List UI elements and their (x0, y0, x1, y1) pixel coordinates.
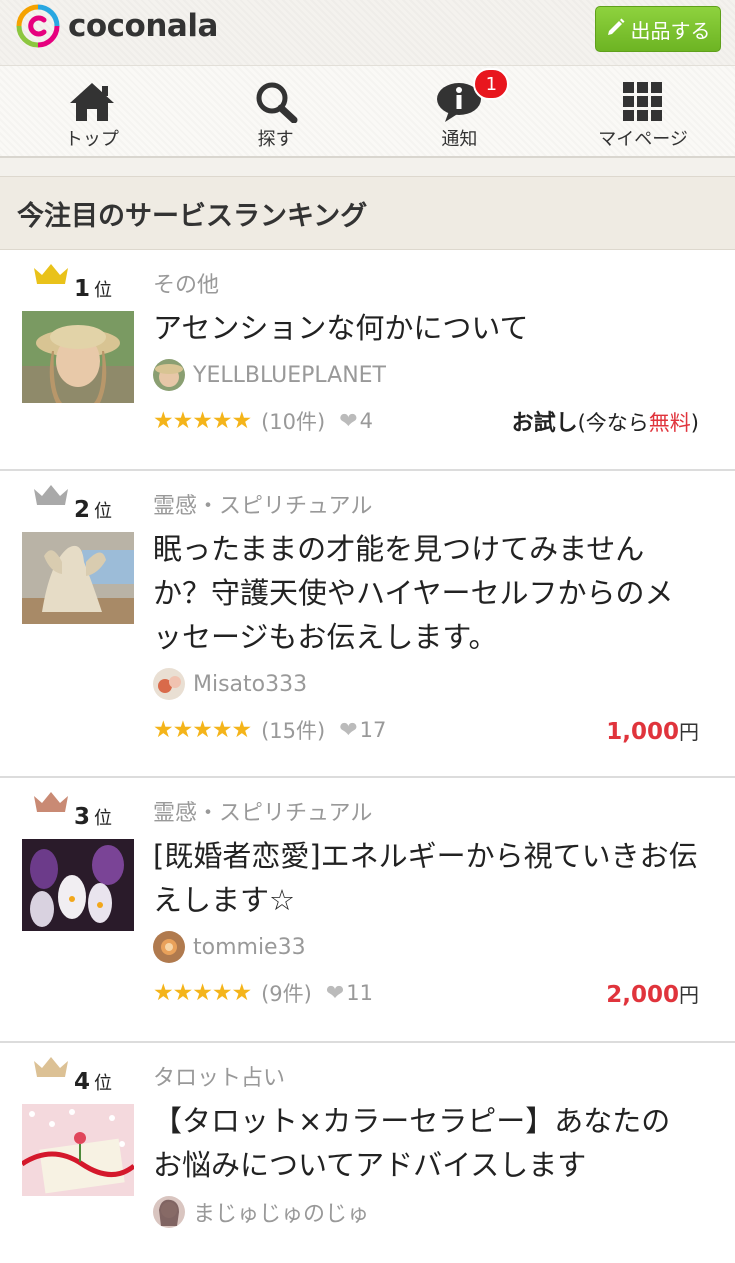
trial-note-open: (今なら (577, 411, 649, 435)
nav-search-label: 探す (257, 129, 294, 150)
review-count: (15件) (261, 719, 326, 743)
logo-text: coconala (68, 8, 218, 44)
heart-icon: ❤ (339, 717, 358, 743)
nav-mypage[interactable]: マイページ (551, 66, 735, 156)
nav-top[interactable]: トップ (0, 66, 184, 156)
rank-suffix: 位 (94, 280, 113, 301)
crown-icon (32, 1055, 70, 1083)
list-service-button[interactable]: 出品する (595, 6, 721, 52)
list-service-label: 出品する (630, 18, 711, 43)
logo-mark-icon (16, 4, 60, 48)
price-currency: 円 (679, 719, 699, 744)
crown-icon (32, 483, 70, 511)
rank-suffix: 位 (94, 1073, 113, 1094)
favorite-count: 4 (359, 409, 374, 433)
service-title[interactable]: 【タロット×カラーセラピー】あなたのお悩みについてアドバイスします (153, 1099, 699, 1187)
avatar (153, 1196, 185, 1228)
ranking-item[interactable]: 4位 タロット占い 【タロット×カラーセラピー】あなたのお悩みについてアドバイス… (0, 1043, 735, 1263)
rank-suffix: 位 (94, 501, 113, 522)
service-thumbnail[interactable] (22, 839, 134, 931)
ranking-item[interactable]: 2位 霊感・スピリチュアル 眠ったままの才能を見つけてみませんか？守護天使やハイ… (0, 471, 735, 778)
pencil-icon (606, 17, 626, 42)
nav-mypage-label: マイページ (598, 129, 688, 150)
service-thumbnail[interactable] (22, 532, 134, 624)
rank-number: 2 (74, 497, 91, 523)
service-category: タロット占い (153, 1066, 286, 1091)
service-category: 霊感・スピリチュアル (153, 801, 373, 826)
seller[interactable]: tommie33 (153, 930, 699, 964)
review-count: (10件) (261, 410, 326, 434)
trial-note-close: ) (690, 411, 699, 435)
service-title[interactable]: アセンションな何かについて (153, 306, 699, 350)
service-thumbnail[interactable] (22, 1104, 134, 1196)
service-thumbnail[interactable] (22, 311, 134, 403)
rank-number: 4 (74, 1069, 91, 1095)
app-header: coconala 出品する (0, 0, 735, 65)
notification-badge: 1 (473, 68, 510, 100)
service-ranking-list: 1位 その他 アセンションな何かについて YELLBLUEPLANET ★★★★… (0, 250, 735, 1263)
favorite-count: 17 (359, 718, 387, 742)
ranking-item[interactable]: 1位 その他 アセンションな何かについて YELLBLUEPLANET ★★★★… (0, 250, 735, 471)
seller-name: Misato333 (193, 671, 308, 697)
service-price: 1,000円 (606, 716, 699, 745)
home-icon (68, 79, 116, 123)
review-count: (9件) (261, 982, 312, 1006)
search-icon (254, 79, 298, 123)
ranking-section-title: 今注目のサービスランキング (0, 176, 735, 250)
trial-label: お試し (511, 411, 578, 436)
service-title[interactable]: [既婚者恋愛]エネルギーから視ていきお伝えします☆ (153, 834, 699, 922)
nav-notifications[interactable]: 1 通知 (368, 66, 552, 156)
crown-icon (32, 790, 70, 818)
coconala-logo[interactable]: coconala (16, 4, 218, 48)
favorite-count: 11 (346, 981, 374, 1005)
rating-stars: ★★★★★ (153, 717, 252, 743)
seller[interactable]: まじゅじゅのじゅ (153, 1195, 699, 1229)
seller[interactable]: Misato333 (153, 667, 699, 701)
rating-stars: ★★★★★ (153, 980, 252, 1006)
rank-number: 1 (74, 276, 91, 302)
avatar (153, 931, 185, 963)
avatar (153, 359, 185, 391)
price-value: 1,000 (606, 718, 679, 745)
nav-notifications-label: 通知 (441, 129, 478, 150)
rating-stars: ★★★★★ (153, 408, 252, 434)
service-category: 霊感・スピリチュアル (153, 494, 373, 519)
heart-icon: ❤ (325, 980, 345, 1006)
rank-number: 3 (74, 804, 91, 830)
rank-suffix: 位 (94, 808, 113, 829)
trial-free: 無料 (648, 411, 691, 435)
seller-name: YELLBLUEPLANET (193, 362, 386, 388)
ranking-item[interactable]: 3位 霊感・スピリチュアル [既婚者恋愛]エネルギーから視ていきお伝えします☆ (0, 778, 735, 1043)
seller-name: まじゅじゅのじゅ (193, 1202, 370, 1227)
avatar (153, 668, 185, 700)
nav-top-label: トップ (64, 129, 119, 150)
heart-icon: ❤ (339, 408, 358, 434)
crown-icon (32, 262, 70, 290)
service-category: その他 (153, 273, 220, 298)
service-price: 2,000円 (606, 979, 699, 1008)
main-nav: トップ 探す 1 通知 マイページ (0, 65, 735, 158)
service-title[interactable]: 眠ったままの才能を見つけてみませんか？守護天使やハイヤーセルフからのメッセージも… (153, 527, 699, 659)
seller-name: tommie33 (193, 934, 306, 960)
seller[interactable]: YELLBLUEPLANET (153, 358, 699, 392)
trial-price: お試し(今なら無料) (512, 405, 699, 437)
price-currency: 円 (679, 982, 699, 1007)
nav-search[interactable]: 探す (184, 66, 368, 156)
price-value: 2,000 (606, 981, 679, 1008)
grid-icon (622, 79, 664, 123)
